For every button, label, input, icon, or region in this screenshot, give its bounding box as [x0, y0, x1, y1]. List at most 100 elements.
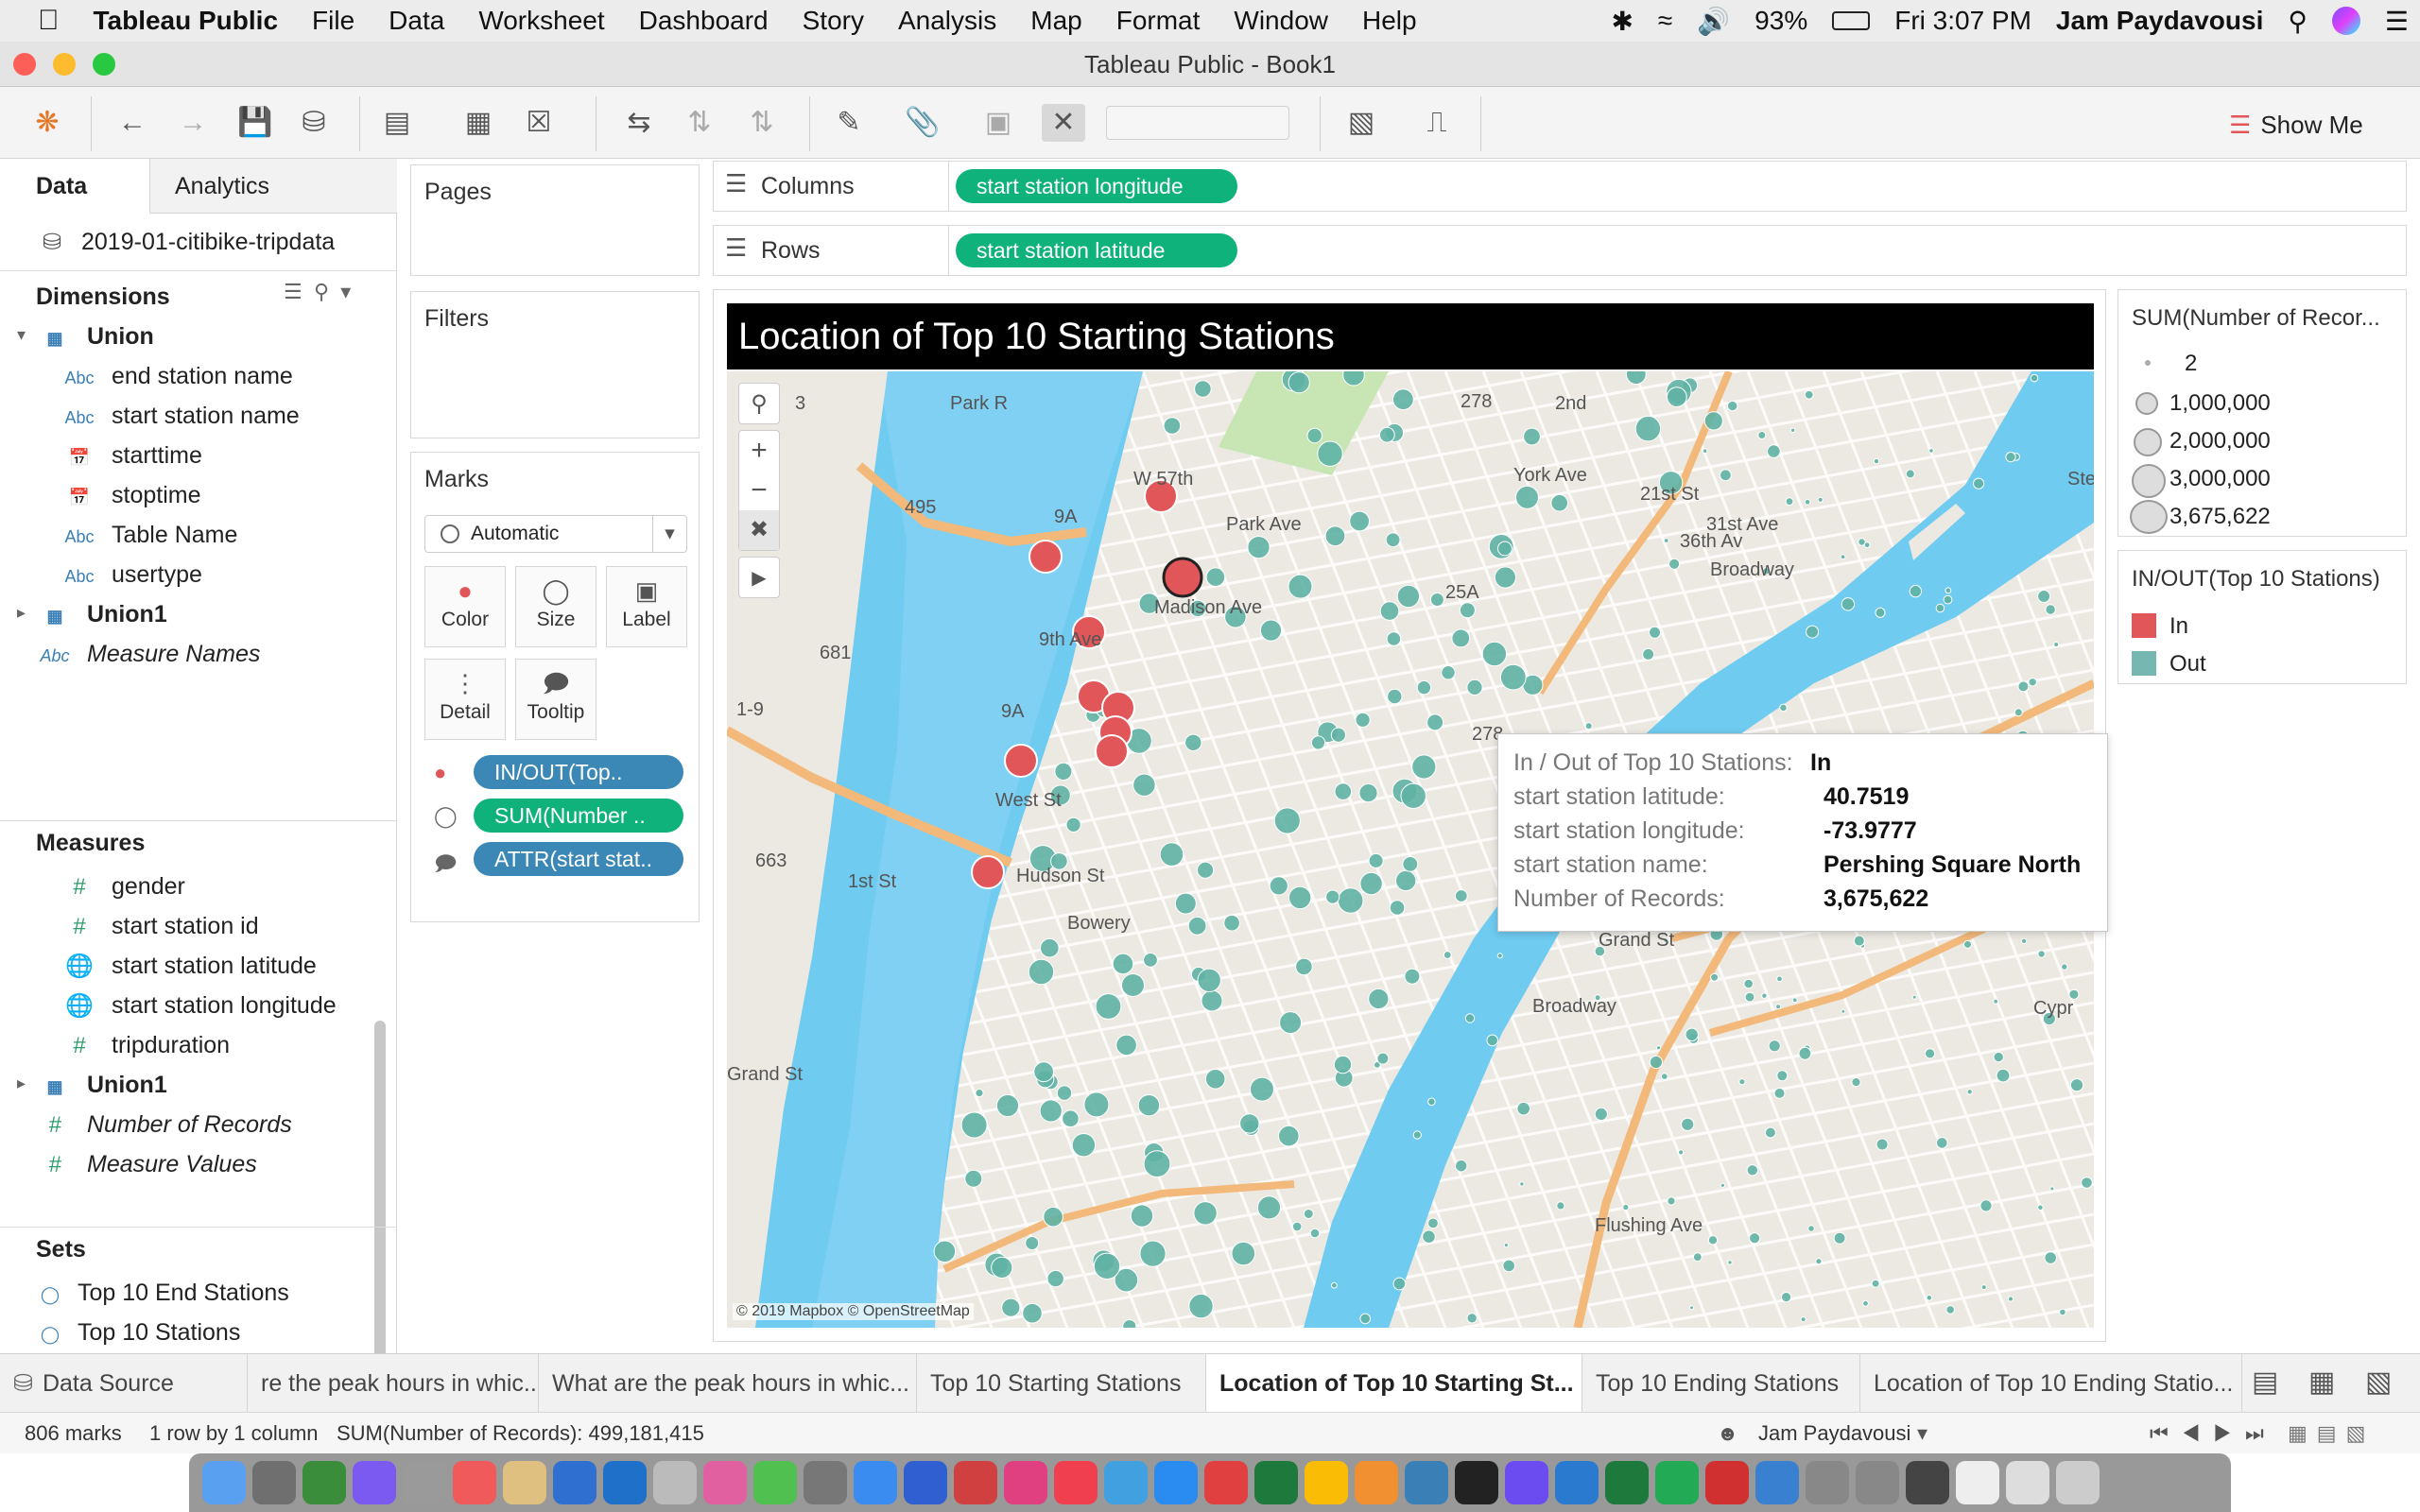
map-search-icon[interactable]: ⚲ [738, 383, 780, 424]
station-mark-out[interactable] [1841, 1008, 1846, 1014]
station-mark-out[interactable] [1761, 992, 1768, 999]
station-mark-out[interactable] [1744, 991, 1755, 1003]
dock-app-icon[interactable] [1254, 1461, 1298, 1504]
station-mark-out[interactable] [991, 1256, 1013, 1280]
station-mark-in[interactable] [1028, 540, 1063, 574]
dimension-end-station-name[interactable]: Abc end station name [60, 357, 292, 395]
mark-type-select[interactable]: Automatic ▾ [424, 515, 687, 553]
station-mark-out[interactable] [1310, 735, 1326, 750]
station-mark-out[interactable] [1678, 1149, 1685, 1156]
sort-descending-icon[interactable]: ⇅ [743, 104, 781, 142]
station-mark-out[interactable] [964, 1169, 983, 1188]
tab-sheet-5[interactable]: Top 10 Ending Stations [1582, 1354, 1860, 1413]
dock-app-icon[interactable] [1956, 1461, 1999, 1504]
station-mark-out[interactable] [1681, 1117, 1695, 1131]
station-mark-out[interactable] [1194, 380, 1212, 398]
station-mark-out[interactable] [1376, 1052, 1390, 1065]
measure-union1[interactable]: ▦ Union1 [36, 1066, 166, 1104]
station-mark-out[interactable] [1806, 625, 1820, 639]
station-mark-out[interactable] [1250, 1076, 1274, 1102]
fit-dropdown[interactable] [1106, 106, 1289, 140]
station-mark-in[interactable] [971, 855, 1005, 889]
station-mark-out[interactable] [1963, 939, 1972, 949]
save-icon[interactable]: 💾 [236, 104, 274, 142]
chevron-down-icon[interactable]: ▾ [17, 325, 26, 345]
station-mark-out[interactable] [1392, 1277, 1407, 1291]
station-mark-out[interactable] [1807, 1225, 1815, 1232]
dock-app-icon[interactable] [453, 1461, 496, 1504]
station-mark-out[interactable] [1188, 1293, 1214, 1319]
station-mark-out[interactable] [1065, 816, 1081, 833]
station-mark-out[interactable] [1862, 1299, 1869, 1307]
menu-app-name[interactable]: Tableau Public [77, 6, 296, 36]
station-mark-out[interactable] [1656, 1045, 1662, 1051]
dock-app-icon[interactable] [252, 1461, 296, 1504]
station-mark-out[interactable] [1840, 554, 1846, 560]
station-mark-out[interactable] [1689, 1305, 1694, 1311]
station-mark-out[interactable] [1666, 387, 1687, 407]
station-mark-out[interactable] [1523, 427, 1541, 446]
presentation-mode-icon[interactable]: ⎍ [1418, 104, 1456, 142]
dimension-starttime[interactable]: 📅 starttime [60, 437, 202, 474]
station-mark-out[interactable] [1935, 603, 1945, 613]
dock-app-icon[interactable] [1204, 1461, 1248, 1504]
station-mark-out[interactable] [1451, 628, 1471, 648]
dock-app-icon[interactable] [403, 1461, 446, 1504]
station-mark-out[interactable] [1926, 1295, 1933, 1301]
station-mark-out[interactable] [1426, 713, 1444, 731]
dock-app-icon[interactable] [1154, 1461, 1198, 1504]
station-mark-out[interactable] [1093, 1252, 1121, 1280]
station-mark-out[interactable] [1494, 566, 1517, 589]
station-mark-out[interactable] [1667, 1196, 1676, 1206]
station-mark-out[interactable] [2037, 950, 2046, 958]
close-window-button[interactable] [13, 53, 36, 76]
station-mark-out[interactable] [1980, 1284, 1987, 1291]
station-mark-out[interactable] [2081, 1177, 2093, 1189]
menu-file[interactable]: File [295, 6, 372, 36]
label-button[interactable]: ▣ Label [606, 566, 687, 647]
station-mark-out[interactable] [1649, 626, 1661, 639]
station-mark-out[interactable] [1707, 1235, 1719, 1246]
station-mark-out[interactable] [2028, 678, 2037, 687]
station-mark-out[interactable] [1749, 1232, 1761, 1245]
station-mark-out[interactable] [1288, 371, 1310, 394]
color-button[interactable]: ● Color [424, 566, 506, 647]
tableau-logo-icon[interactable]: ❋ [28, 104, 66, 142]
station-mark-out[interactable] [1466, 1313, 1478, 1324]
wifi-icon[interactable]: ≈ [1658, 6, 1672, 36]
dock-app-icon[interactable] [2006, 1461, 2049, 1504]
station-mark-out[interactable] [1386, 631, 1402, 646]
station-mark-out[interactable] [1773, 1087, 1786, 1099]
dock-app-icon[interactable] [1455, 1461, 1498, 1504]
station-mark-out[interactable] [1040, 937, 1060, 958]
station-mark-out[interactable] [1043, 1206, 1063, 1228]
station-mark-out[interactable] [1204, 1069, 1226, 1090]
dock-app-icon[interactable] [703, 1461, 747, 1504]
station-mark-out[interactable] [1349, 510, 1370, 532]
dock-app-icon[interactable] [1555, 1461, 1599, 1504]
station-mark-out[interactable] [1358, 783, 1378, 803]
new-worksheet-tab-icon[interactable]: ▤ [2252, 1366, 2278, 1399]
station-mark-out[interactable] [2005, 452, 2016, 463]
station-mark-out[interactable] [1317, 440, 1343, 467]
menu-worksheet[interactable]: Worksheet [461, 6, 621, 36]
station-mark-out[interactable] [1139, 1240, 1167, 1267]
station-mark-out[interactable] [1757, 431, 1767, 439]
station-mark-out[interactable] [1909, 584, 1923, 598]
station-mark-out[interactable] [1400, 782, 1426, 809]
siri-icon[interactable] [2331, 7, 2360, 35]
color-legend-label-out[interactable]: Out [2169, 651, 2206, 678]
station-mark-out[interactable] [1871, 1279, 1880, 1288]
station-mark-out[interactable] [1459, 602, 1476, 619]
rows-shelf[interactable]: ☰ Rows start station latitude [713, 225, 2407, 276]
station-mark-out[interactable] [1727, 400, 1738, 412]
station-mark-out[interactable] [1025, 1236, 1040, 1250]
station-mark-out[interactable] [1720, 469, 1732, 482]
station-mark-out[interactable] [1454, 889, 1468, 902]
dock-app-icon[interactable] [202, 1461, 246, 1504]
station-mark-out[interactable] [1269, 876, 1288, 896]
station-mark-out[interactable] [1911, 994, 1917, 1000]
station-mark-out[interactable] [1359, 1313, 1372, 1325]
dock-app-icon[interactable] [353, 1461, 396, 1504]
station-mark-out[interactable] [1295, 957, 1313, 976]
